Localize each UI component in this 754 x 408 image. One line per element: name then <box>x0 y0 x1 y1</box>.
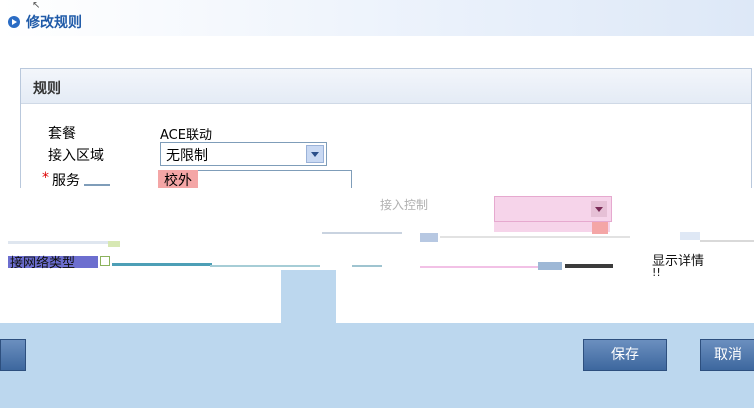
service-label: 服务 <box>52 173 80 189</box>
page-title: 修改规则 <box>26 15 82 31</box>
streak <box>700 240 754 242</box>
access-control-fragment: 接入控制 <box>380 198 429 212</box>
fragment-checkbox <box>100 256 110 266</box>
cursor-icon: ↖ <box>32 0 41 11</box>
corrupted-render-region: 接入控制 接网络类型 显示详情 !! <box>0 188 754 323</box>
streak <box>322 232 402 234</box>
chevron-shape <box>595 207 603 212</box>
streak <box>420 233 438 242</box>
page-header: ↖ 修改规则 <box>0 0 754 36</box>
chevron-down-icon[interactable] <box>306 145 324 163</box>
chevron-down-icon[interactable] <box>591 201 607 217</box>
streak <box>352 265 382 267</box>
back-arrow-icon[interactable] <box>8 16 20 28</box>
package-label: 套餐 <box>48 126 76 142</box>
label-underline <box>84 184 110 186</box>
cancel-button[interactable]: 取消 <box>700 339 754 371</box>
panel-header: 规则 <box>21 69 751 104</box>
rule-panel: 规则 <box>20 68 752 189</box>
display-fragment-tail: !! <box>652 266 661 279</box>
fragment-block <box>592 222 608 234</box>
streak <box>538 262 562 270</box>
left-button[interactable] <box>0 339 26 371</box>
streak <box>8 241 118 244</box>
service-selected-item[interactable]: 校外 <box>158 170 198 189</box>
zone-label: 接入区域 <box>48 148 104 164</box>
save-button[interactable]: 保存 <box>583 339 667 371</box>
streak <box>565 264 613 268</box>
zone-select-value: 无限制 <box>166 148 208 164</box>
zone-select[interactable]: 无限制 <box>160 142 327 166</box>
streak <box>420 266 540 268</box>
fragment-select[interactable] <box>494 196 612 222</box>
panel-title: 规则 <box>33 81 61 97</box>
streak <box>440 236 630 238</box>
network-fragment: 接网络类型 <box>10 256 76 271</box>
package-value: ACE联动 <box>160 128 212 143</box>
streak <box>210 265 320 267</box>
required-mark: * <box>42 170 49 186</box>
streak <box>112 263 212 266</box>
streak <box>108 241 120 247</box>
streak <box>680 232 700 240</box>
fragment-column <box>281 270 336 323</box>
